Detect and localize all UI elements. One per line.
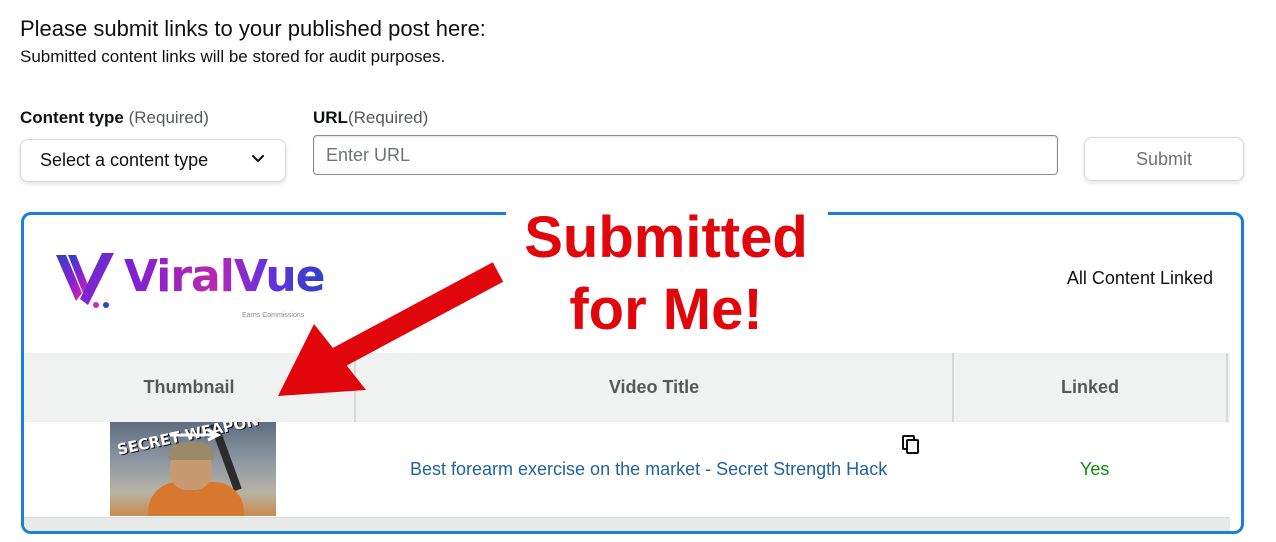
page-heading: Please submit links to your published po… bbox=[20, 16, 486, 41]
table-footer bbox=[24, 517, 1230, 531]
content-type-select-value: Select a content type bbox=[40, 150, 209, 170]
arrow-icon bbox=[278, 262, 504, 396]
annotation-line-1: Submitted bbox=[524, 205, 808, 270]
content-type-label-text: Content type bbox=[20, 108, 124, 127]
chevron-down-icon bbox=[252, 155, 264, 162]
thumbnail-arrow-icon bbox=[170, 428, 222, 442]
url-input[interactable] bbox=[313, 135, 1058, 175]
table-header: Thumbnail Video Title Linked bbox=[24, 353, 1230, 422]
viralvue-logo-icon bbox=[56, 253, 114, 308]
column-header-linked: Linked bbox=[954, 353, 1228, 422]
video-title-link[interactable]: Best forearm exercise on the market - Se… bbox=[410, 459, 887, 480]
video-thumbnail[interactable]: SECRET WEAPON bbox=[110, 422, 276, 516]
submit-button[interactable]: Submit bbox=[1084, 137, 1244, 181]
copy-icon[interactable] bbox=[902, 435, 920, 455]
table-row: SECRET WEAPON Best forearm exercise on t… bbox=[24, 422, 1230, 517]
linked-value: Yes bbox=[1080, 459, 1110, 479]
annotation-line-2: for Me! bbox=[569, 277, 763, 342]
content-type-required: (Required) bbox=[123, 108, 209, 127]
url-label: URL(Required) bbox=[313, 108, 428, 128]
content-type-select[interactable]: Select a content type bbox=[20, 139, 286, 182]
url-label-text: URL bbox=[313, 108, 348, 127]
url-required: (Required) bbox=[347, 108, 429, 127]
all-content-linked-status: All Content Linked bbox=[1066, 268, 1213, 288]
content-type-label: Content type (Required) bbox=[20, 108, 209, 128]
page-subheading: Submitted content links will be stored f… bbox=[20, 47, 446, 66]
